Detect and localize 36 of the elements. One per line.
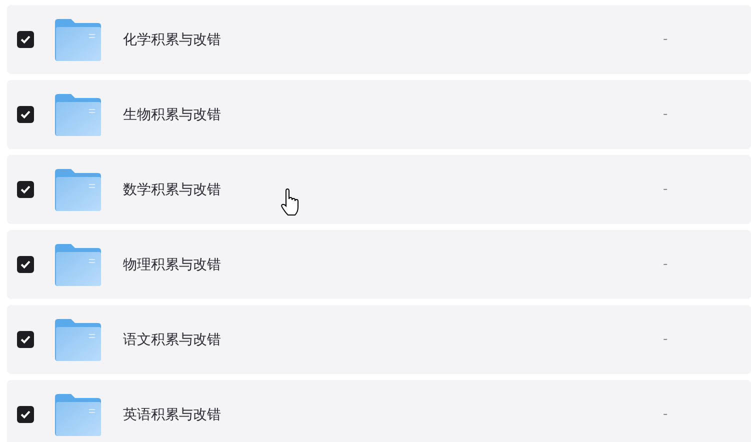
folder-name: 化学积累与改错: [123, 30, 222, 48]
column-value: -: [663, 407, 668, 422]
column-value: -: [663, 332, 668, 347]
folder-icon: [55, 18, 101, 60]
checkbox[interactable]: [17, 106, 34, 123]
folder-name: 英语积累与改错: [123, 406, 222, 424]
folder-name: 物理积累与改错: [123, 256, 222, 274]
checkbox[interactable]: [17, 406, 34, 423]
folder-icon: [55, 244, 101, 286]
folder-name: 语文积累与改错: [123, 330, 222, 348]
check-icon: [20, 185, 31, 194]
column-value: -: [663, 257, 668, 272]
column-value: -: [663, 32, 668, 47]
column-value: -: [663, 182, 668, 197]
folder-name: 生物积累与改错: [123, 106, 222, 124]
folder-row[interactable]: 语文积累与改错 -: [7, 305, 751, 374]
folder-row[interactable]: 物理积累与改错 -: [7, 230, 751, 299]
folder-icon: [55, 318, 101, 360]
checkbox[interactable]: [17, 331, 34, 348]
check-icon: [20, 335, 31, 344]
folder-row[interactable]: 英语积累与改错 -: [7, 380, 751, 442]
checkbox[interactable]: [17, 256, 34, 273]
folder-row[interactable]: 生物积累与改错 -: [7, 80, 751, 149]
checkbox[interactable]: [17, 31, 34, 48]
check-icon: [20, 35, 31, 44]
check-icon: [20, 410, 31, 419]
folder-name: 数学积累与改错: [123, 180, 222, 198]
folder-row[interactable]: 化学积累与改错 -: [7, 5, 751, 74]
folder-icon: [55, 168, 101, 210]
checkbox[interactable]: [17, 181, 34, 198]
column-value: -: [663, 107, 668, 122]
check-icon: [20, 260, 31, 269]
check-icon: [20, 110, 31, 119]
folder-row[interactable]: 数学积累与改错 -: [7, 155, 751, 224]
folder-icon: [55, 94, 101, 136]
folder-icon: [55, 394, 101, 436]
